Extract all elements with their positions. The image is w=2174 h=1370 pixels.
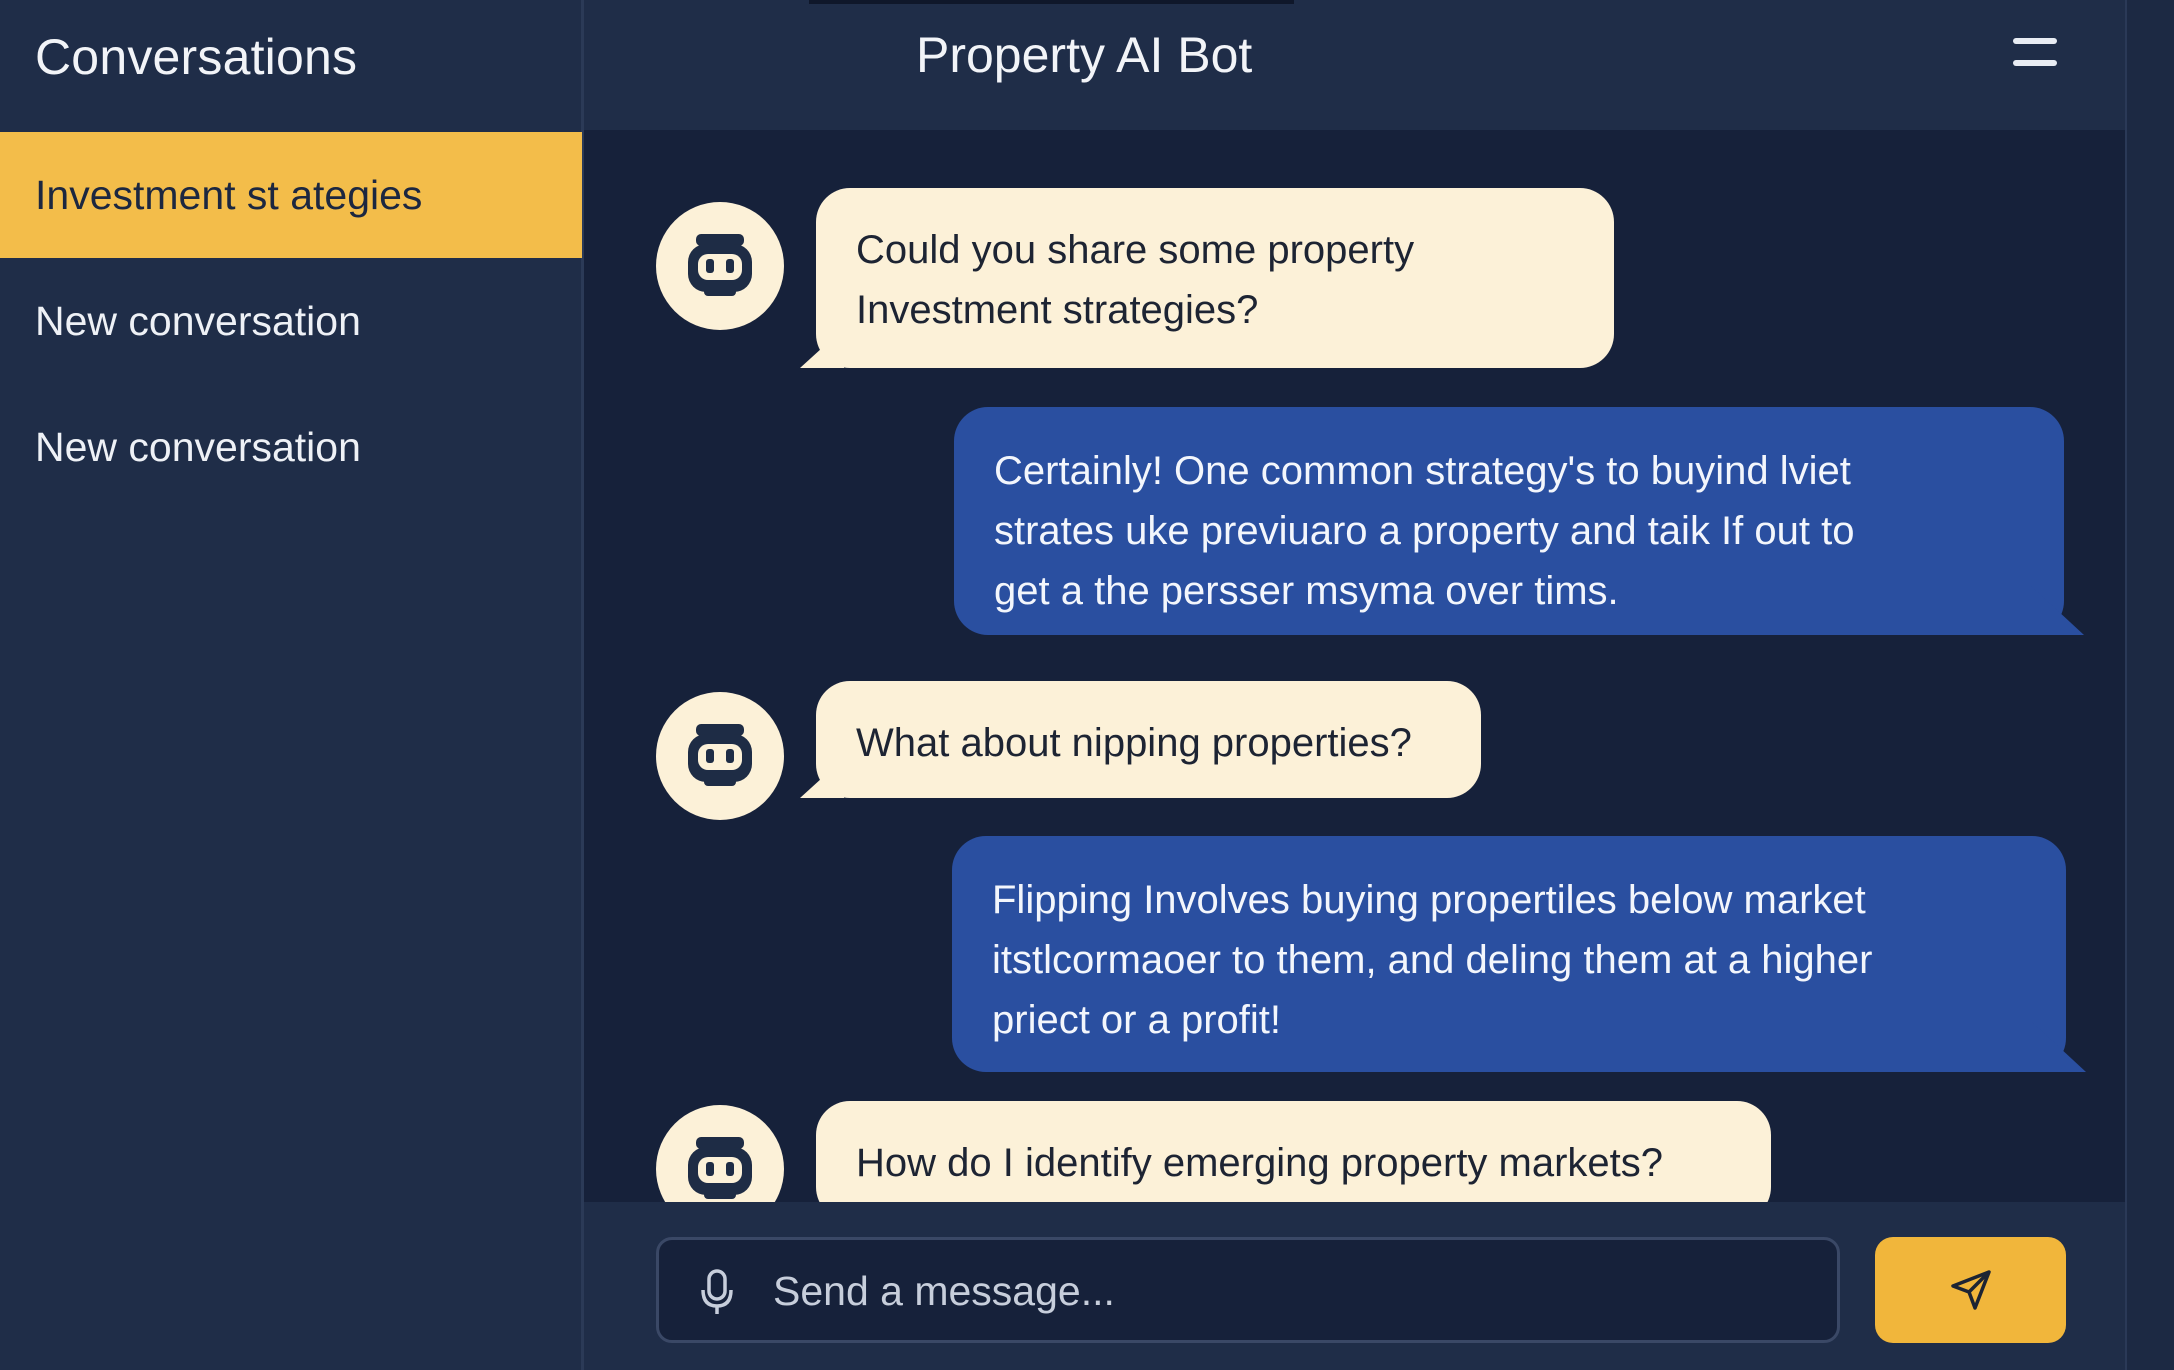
- conversation-list: Investment st ategies New conversation N…: [0, 132, 582, 510]
- user-message: Flipping Involves buying propertiles bel…: [952, 836, 2066, 1072]
- bot-message: Could you share some property Investment…: [816, 188, 1614, 368]
- bot-message: How do I identify emerging property mark…: [816, 1101, 1771, 1202]
- microphone-icon[interactable]: [697, 1268, 737, 1316]
- right-gutter: [2125, 0, 2174, 1370]
- robot-avatar-icon: [656, 692, 784, 820]
- message-composer: [584, 1202, 2125, 1370]
- chat-main: Property AI Bot Could you share some pro…: [584, 0, 2125, 1370]
- conversation-item-investment-strategies[interactable]: Investment st ategies: [0, 132, 582, 258]
- chat-title: Property AI Bot: [916, 27, 1253, 83]
- chat-header: Property AI Bot: [584, 0, 2125, 130]
- sidebar-title: Conversations: [35, 29, 358, 85]
- hamburger-menu-icon[interactable]: [2009, 30, 2065, 74]
- user-message: Certainly! One common strategy's to buyi…: [954, 407, 2064, 635]
- chat-app: Conversations Investment st ategies New …: [0, 0, 2174, 1370]
- conversation-item-new-1[interactable]: New conversation: [0, 258, 582, 384]
- message-input[interactable]: [771, 1256, 1805, 1326]
- message-input-container: [656, 1237, 1840, 1343]
- message-list: Could you share some property Investment…: [584, 130, 2125, 1202]
- send-button[interactable]: [1875, 1237, 2066, 1343]
- bot-message: What about nipping properties?: [816, 681, 1481, 798]
- header-top-strip: [809, 0, 1294, 4]
- conversation-item-new-2[interactable]: New conversation: [0, 384, 582, 510]
- send-arrow-icon: [1951, 1270, 1991, 1310]
- conversations-sidebar: Conversations Investment st ategies New …: [0, 0, 584, 1370]
- robot-avatar-icon: [656, 202, 784, 330]
- robot-avatar-icon: [656, 1105, 784, 1202]
